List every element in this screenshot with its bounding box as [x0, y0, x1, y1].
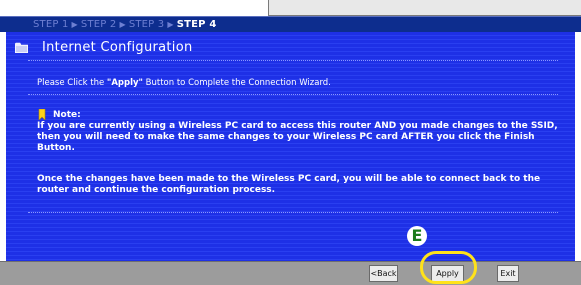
- divider: [28, 94, 558, 96]
- step-separator-icon: ▶: [119, 20, 126, 29]
- note-label: Note:: [53, 110, 81, 120]
- note-paragraph-1: If you are currently using a Wireless PC…: [37, 121, 558, 153]
- step-2: STEP 2: [80, 19, 117, 30]
- page-header: Internet Configuration: [6, 38, 575, 60]
- step-navigation: STEP 1 ▶ STEP 2 ▶ STEP 3 ▶ STEP 4: [0, 16, 581, 32]
- step-separator-icon: ▶: [71, 20, 78, 29]
- wizard-window: STEP 1 ▶ STEP 2 ▶ STEP 3 ▶ STEP 4 Internet Con…: [0, 0, 581, 285]
- note-paragraph-2: Once the changes have been made to the W…: [37, 174, 541, 195]
- exit-button[interactable]: Exit: [497, 265, 519, 282]
- top-strip: [0, 0, 581, 16]
- step-separator-icon: ▶: [167, 20, 174, 29]
- instruction-keyword: "Apply": [106, 78, 143, 88]
- step-3: STEP 3: [128, 19, 165, 30]
- content-panel: Internet Configuration Please Click the …: [6, 32, 575, 261]
- button-bar: <Back Apply Exit: [0, 261, 581, 285]
- step-1: STEP 1: [33, 19, 69, 30]
- divider: [28, 212, 558, 214]
- divider: [28, 60, 558, 62]
- callout-badge-e: E: [407, 226, 427, 246]
- instruction-text: Please Click the "Apply" Button to Compl…: [37, 78, 331, 88]
- instruction-suffix: Button to Complete the Connection Wizard…: [142, 78, 331, 88]
- step-4: STEP 4: [176, 19, 217, 30]
- back-button[interactable]: <Back: [369, 265, 398, 282]
- apply-button[interactable]: Apply: [431, 265, 464, 282]
- page-title: Internet Configuration: [42, 40, 193, 55]
- top-right-bar: [268, 0, 581, 16]
- folder-icon: [15, 42, 28, 53]
- instruction-prefix: Please Click the: [37, 78, 107, 88]
- note-icon: [38, 109, 46, 120]
